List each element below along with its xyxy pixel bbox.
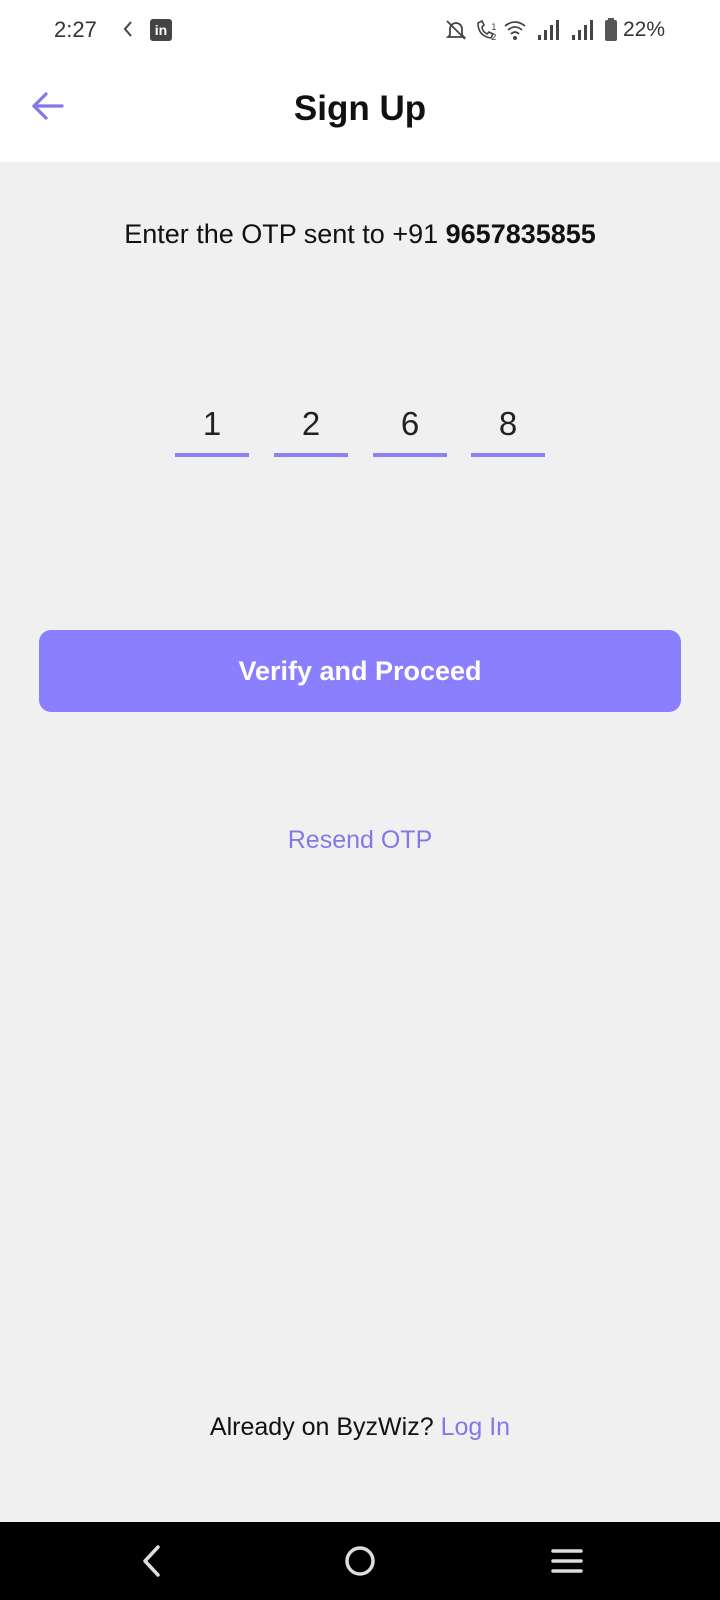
otp-prompt: Enter the OTP sent to +91 9657835855 [0,219,720,250]
app-header: Sign Up [0,62,720,162]
battery-level: 22% [623,18,666,41]
signal-icon [538,20,559,40]
wifi-icon [504,21,526,40]
moon-icon [123,21,132,37]
login-link[interactable]: Log In [441,1413,511,1441]
otp-digit-4[interactable]: 8 [471,405,545,457]
recents-nav-icon[interactable] [542,1536,592,1586]
otp-digit-1[interactable]: 1 [175,405,249,457]
page-title: Sign Up [293,89,427,128]
footer-text: Already on ByzWiz? Log In [0,1413,720,1442]
battery-icon [605,18,617,41]
phone-number: 9657835855 [445,219,596,249]
mute-icon [445,20,467,40]
verify-button[interactable]: Verify and Proceed [39,630,681,712]
linkedin-icon: in [150,19,172,41]
signal-icon [572,20,593,40]
otp-prompt-text: Enter the OTP sent to +91 [124,219,446,249]
status-time: 2:27 [54,17,97,42]
otp-digit-3[interactable]: 6 [373,405,447,457]
svg-text:2: 2 [491,33,497,42]
svg-text:1: 1 [491,23,497,33]
resend-otp-link[interactable]: Resend OTP [0,826,720,855]
status-bar: 2:27 in 1 2 22% [0,0,720,62]
system-nav-bar [0,1522,720,1600]
wifi-call-icon: 1 2 [477,19,497,42]
home-nav-icon[interactable] [335,1536,385,1586]
footer-prompt: Already on ByzWiz? [209,1413,441,1441]
otp-digit-2[interactable]: 2 [274,405,348,457]
back-nav-icon[interactable] [127,1536,177,1586]
